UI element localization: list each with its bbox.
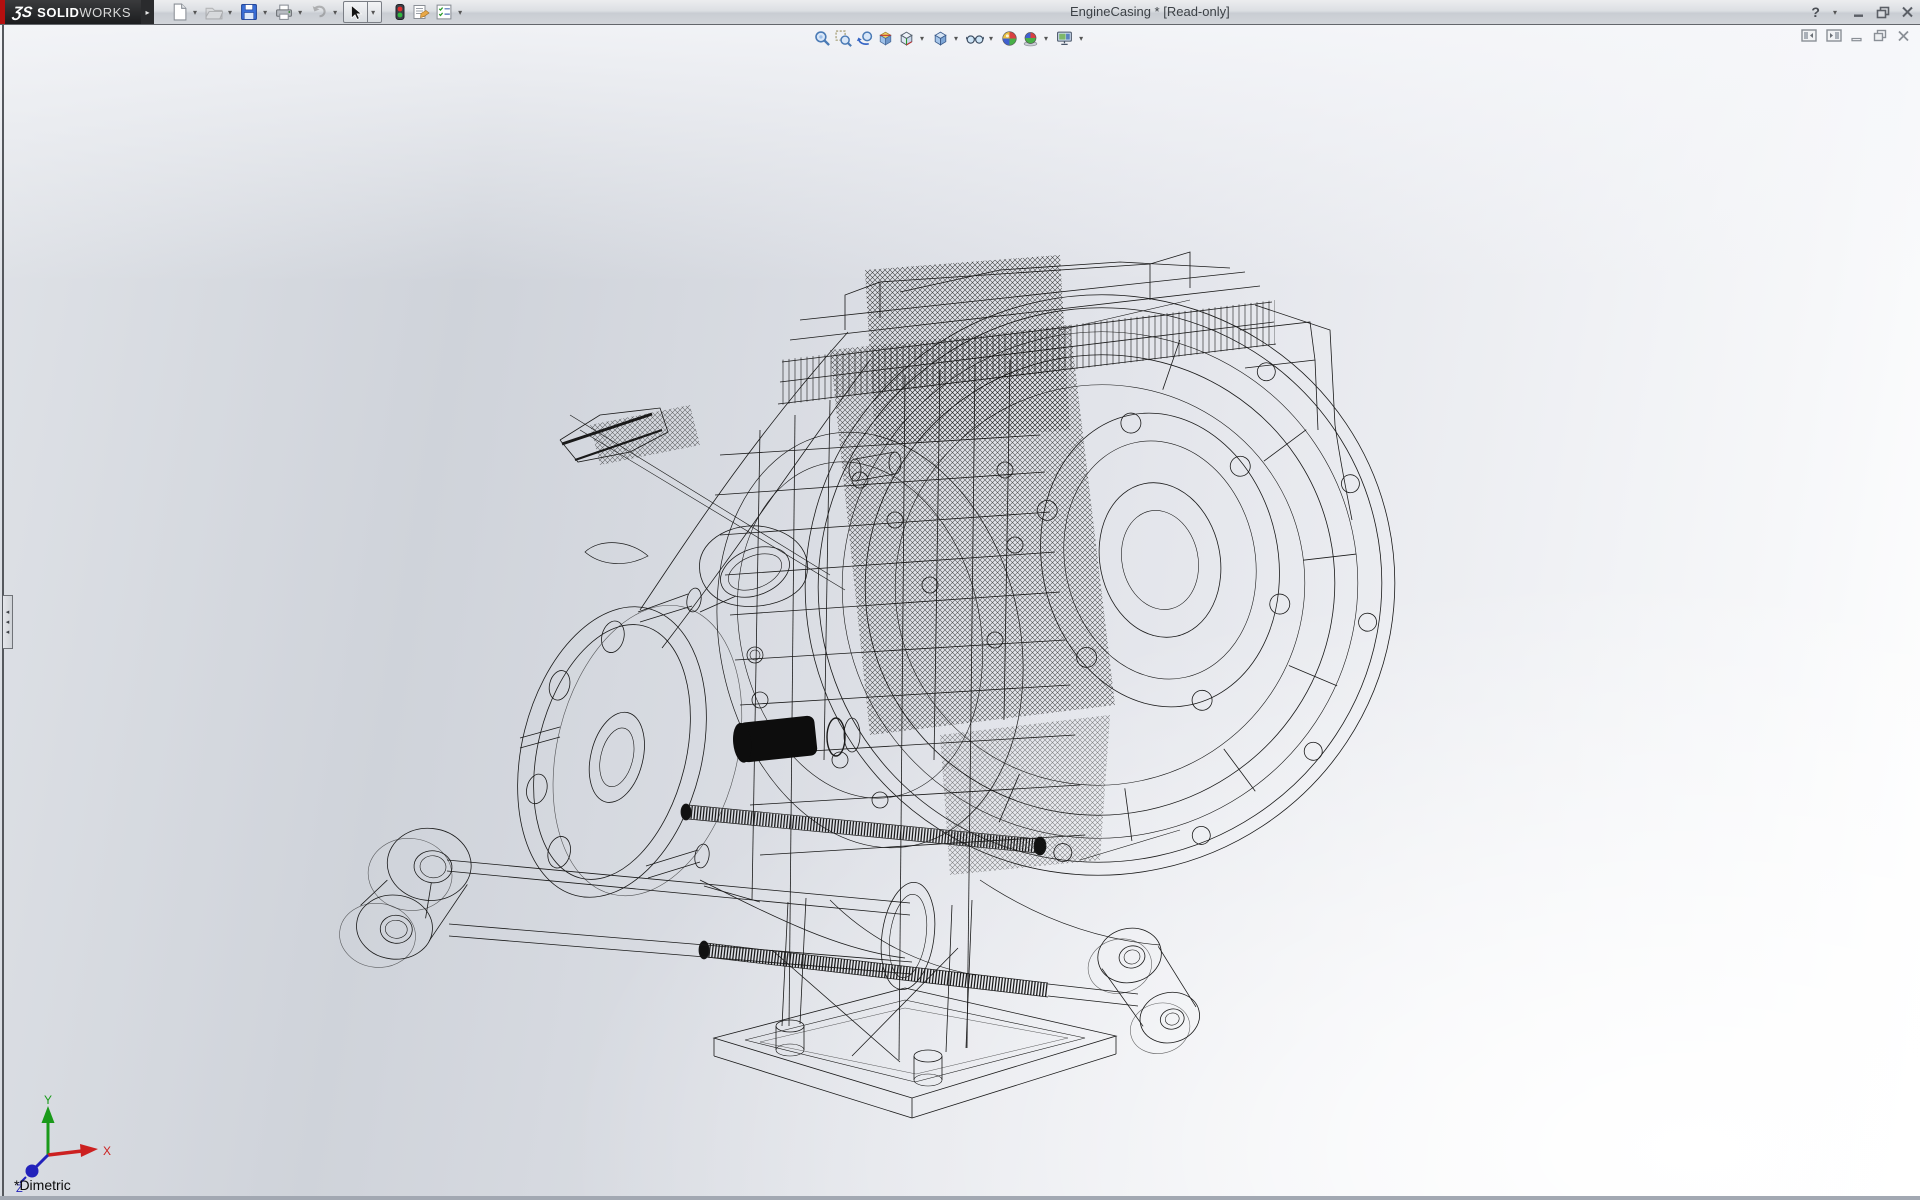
undo-icon: [310, 3, 328, 21]
status-bar-edge: [0, 1196, 1920, 1200]
document-window-controls: [1801, 29, 1910, 42]
pane-collapse-icon: ◂: [6, 609, 10, 616]
dropdown-icon[interactable]: ▾: [458, 8, 462, 17]
apply-scene-button[interactable]: [1020, 28, 1041, 48]
pane-collapse-icon: ◂: [6, 619, 10, 626]
rebuild-button[interactable]: [390, 1, 410, 23]
new-document-icon: [170, 3, 188, 21]
undo-button[interactable]: [308, 1, 330, 23]
logo-text-works: WORKS: [79, 5, 131, 20]
dropdown-icon[interactable]: ▾: [228, 8, 232, 17]
display-style-icon: [932, 30, 949, 47]
doc-minimize-button[interactable]: [1851, 30, 1864, 42]
doc-close-button[interactable]: [1897, 30, 1910, 42]
file-properties-icon: [412, 3, 431, 21]
pane-collapse-icon: ◂: [6, 629, 10, 636]
dropdown-icon[interactable]: ▾: [920, 34, 924, 43]
edit-appearance-button[interactable]: [999, 28, 1020, 48]
zoom-to-fit-icon: [814, 30, 831, 47]
logo-text-solid: SOLID: [37, 5, 79, 20]
appearance-ball-icon: [1001, 30, 1018, 47]
minimize-icon: [1853, 6, 1866, 18]
restore-icon: [1876, 6, 1891, 19]
save-icon: [240, 3, 258, 21]
select-tool-button[interactable]: [343, 1, 368, 23]
dropdown-icon[interactable]: ▾: [193, 8, 197, 17]
dropdown-icon[interactable]: ▾: [263, 8, 267, 17]
view-settings-button[interactable]: [1054, 28, 1076, 48]
triad-x-label: X: [103, 1144, 111, 1158]
options-icon: [435, 3, 453, 21]
view-orientation-label: *Dimetric: [14, 1177, 71, 1193]
section-view-button[interactable]: [875, 28, 896, 48]
apply-scene-icon: [1022, 30, 1039, 47]
minimize-button[interactable]: [1853, 6, 1866, 18]
dropdown-icon[interactable]: ▾: [298, 8, 302, 17]
triad-y-label: Y: [44, 1093, 52, 1107]
section-view-icon: [877, 30, 894, 47]
menu-expand-button[interactable]: ▸: [141, 0, 154, 24]
menu-arrow-icon: ▸: [146, 8, 150, 17]
zoom-to-area-icon: [835, 30, 852, 47]
dropdown-icon[interactable]: ▾: [989, 34, 993, 43]
dropdown-icon[interactable]: ▾: [1079, 34, 1083, 43]
previous-view-button[interactable]: [854, 28, 875, 48]
solidworks-logo-icon: ƷS: [12, 4, 34, 21]
graphics-viewport[interactable]: [0, 25, 1920, 1196]
doc-restore-button[interactable]: [1873, 29, 1888, 42]
options-button[interactable]: [433, 1, 455, 23]
close-icon: [1901, 6, 1914, 18]
close-button[interactable]: [1901, 6, 1914, 18]
dropdown-icon[interactable]: ▾: [333, 8, 337, 17]
window-title: EngineCasing * [Read-only]: [1070, 0, 1230, 24]
eyeglasses-icon: [966, 30, 984, 47]
previous-view-icon: [856, 30, 873, 47]
print-icon: [275, 3, 293, 21]
view-orientation-button[interactable]: [896, 28, 917, 48]
save-button[interactable]: [238, 1, 260, 23]
restore-button[interactable]: [1876, 6, 1891, 19]
select-tool-dropdown[interactable]: ▾: [368, 1, 382, 23]
solidworks-logo: ƷS SOLIDWORKS: [5, 0, 141, 24]
view-settings-icon: [1056, 30, 1074, 47]
help-button[interactable]: ?: [1811, 4, 1820, 20]
open-icon: [205, 3, 223, 21]
file-properties-button[interactable]: [410, 1, 433, 23]
print-button[interactable]: [273, 1, 295, 23]
open-button[interactable]: [203, 1, 225, 23]
zoom-to-area-button[interactable]: [833, 28, 854, 48]
dropdown-icon[interactable]: ▾: [954, 34, 958, 43]
dropdown-icon[interactable]: ▾: [1044, 34, 1048, 43]
rebuild-traffic-light-icon: [392, 3, 408, 21]
dropdown-icon: ▾: [371, 8, 375, 17]
display-style-button[interactable]: [930, 28, 951, 48]
collapse-left-pane-button[interactable]: [1801, 29, 1817, 42]
dropdown-icon[interactable]: ▾: [1833, 8, 1837, 17]
hide-show-items-button[interactable]: [964, 28, 986, 48]
select-cursor-icon: [347, 4, 364, 21]
heads-up-view-toolbar: ▾ ▾ ▾ ▾: [812, 28, 1089, 48]
feature-manager-expand-tab[interactable]: ◂ ◂ ◂: [3, 595, 13, 649]
collapse-right-pane-button[interactable]: [1826, 29, 1842, 42]
new-document-button[interactable]: [168, 1, 190, 23]
view-orientation-icon: [898, 30, 915, 47]
zoom-to-fit-button[interactable]: [812, 28, 833, 48]
title-bar: ƷS SOLIDWORKS ▸ ▾ ▾ ▾ ▾: [0, 0, 1920, 25]
